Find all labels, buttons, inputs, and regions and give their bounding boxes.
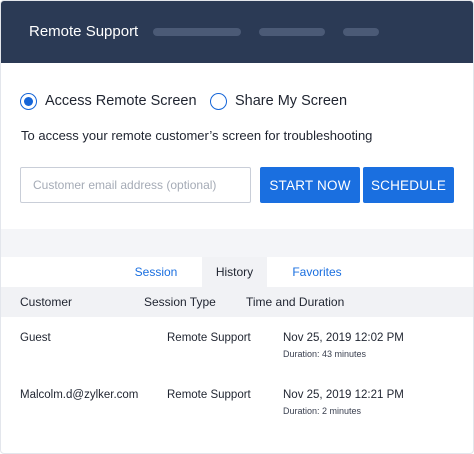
cell-customer: Malcolm.d@zylker.com (20, 389, 139, 401)
radio-selected-icon (20, 92, 37, 110)
cell-time: Nov 25, 2019 12:02 PM (283, 332, 404, 344)
section-divider (1, 229, 473, 257)
cell-session-type: Remote Support (167, 389, 251, 401)
panel-header: Remote Support (1, 1, 473, 63)
cell-duration: Duration: 43 minutes (283, 349, 367, 359)
table-row[interactable]: Guest Remote Support Nov 25, 2019 12:02 … (1, 321, 473, 379)
history-table-header: Customer Session Type Time and Duration (1, 287, 473, 317)
nav-placeholder-3 (343, 28, 379, 36)
customer-email-input[interactable] (20, 167, 251, 203)
nav-placeholder-2 (259, 28, 325, 36)
column-header-time-duration: Time and Duration (246, 295, 345, 309)
tab-history[interactable]: History (202, 257, 267, 287)
radio-label: Access Remote Screen (45, 93, 197, 109)
nav-placeholder-1 (153, 28, 241, 36)
remote-support-panel: Remote Support Access Remote Screen Shar… (0, 0, 474, 454)
column-header-customer: Customer (20, 295, 73, 309)
radio-label: Share My Screen (235, 93, 348, 109)
radio-access-remote-screen[interactable]: Access Remote Screen (20, 91, 197, 111)
tab-favorites[interactable]: Favorites (283, 257, 351, 287)
panel-title: Remote Support (29, 23, 139, 40)
schedule-button[interactable]: SCHEDULE (363, 167, 454, 203)
table-row[interactable]: Malcolm.d@zylker.com Remote Support Nov … (1, 378, 473, 436)
radio-unselected-icon (210, 92, 227, 110)
cell-duration: Duration: 2 minutes (283, 406, 362, 416)
cell-session-type: Remote Support (167, 332, 251, 344)
radio-share-my-screen[interactable]: Share My Screen (210, 91, 347, 111)
session-tabs: Session History Favorites (1, 257, 473, 287)
start-now-button[interactable]: START NOW (260, 167, 360, 203)
mode-description: To access your remote customer’s screen … (21, 128, 373, 143)
cell-customer: Guest (20, 332, 51, 344)
column-header-session-type: Session Type (144, 295, 216, 309)
cell-time: Nov 25, 2019 12:21 PM (283, 389, 404, 401)
tab-session[interactable]: Session (121, 257, 191, 287)
